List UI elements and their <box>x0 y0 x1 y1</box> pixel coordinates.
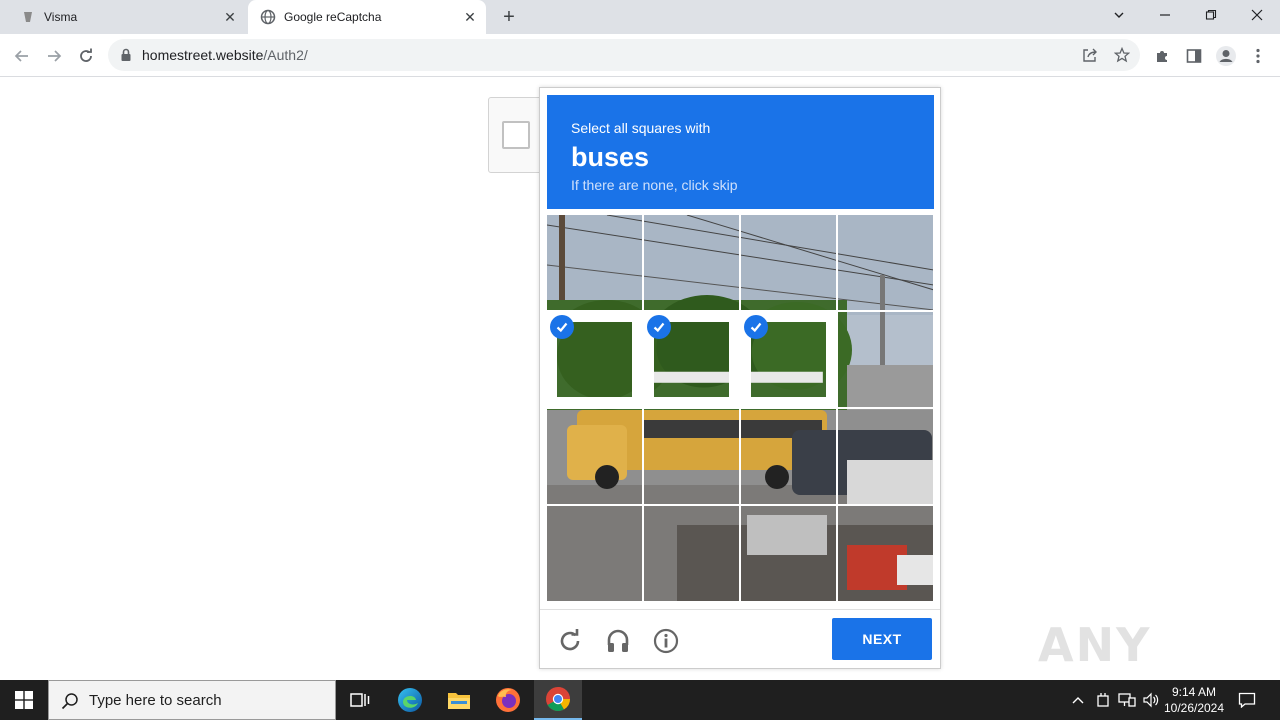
instruction-hint: If there are none, click skip <box>571 177 738 193</box>
checkmark-icon <box>744 315 768 339</box>
tab-visma[interactable]: Visma ✕ <box>8 0 246 34</box>
target-object: buses <box>571 142 650 172</box>
tile-image <box>644 409 739 504</box>
footer-divider <box>540 609 940 610</box>
kebab-menu-icon[interactable] <box>1246 44 1270 68</box>
search-icon <box>61 692 79 715</box>
tile-image <box>547 506 642 601</box>
firefox-icon[interactable] <box>484 680 532 720</box>
grid-tile[interactable] <box>838 506 933 601</box>
grid-tile[interactable] <box>547 312 642 407</box>
share-icon[interactable] <box>1080 45 1100 65</box>
tile-image <box>838 215 933 310</box>
recaptcha-checkbox[interactable] <box>502 121 530 149</box>
close-tab-icon[interactable]: ✕ <box>460 7 480 27</box>
close-window-icon[interactable] <box>1234 0 1280 30</box>
side-panel-icon[interactable] <box>1182 44 1206 68</box>
windows-start-icon[interactable] <box>0 680 48 720</box>
grid-tile[interactable] <box>838 312 933 407</box>
lock-icon <box>120 48 132 67</box>
close-tab-icon[interactable]: ✕ <box>220 7 240 27</box>
tab-title: Google reCaptcha <box>284 10 382 24</box>
grid-tile[interactable] <box>644 506 739 601</box>
reload-icon[interactable] <box>72 42 100 70</box>
grid-tile[interactable] <box>741 506 836 601</box>
star-icon[interactable] <box>1112 45 1132 65</box>
url-text: homestreet.website/Auth2/ <box>142 47 308 63</box>
grid-tile[interactable] <box>838 215 933 310</box>
grid-tile[interactable] <box>547 506 642 601</box>
grid-tile[interactable] <box>838 409 933 504</box>
tile-image <box>644 506 739 601</box>
windows-taskbar: Type here to search 9:14 AM 10/26/2024 <box>0 680 1280 720</box>
tab-title: Visma <box>44 10 78 24</box>
url-host: homestreet.website <box>142 47 264 63</box>
tile-image <box>838 409 933 504</box>
globe-icon <box>260 9 276 25</box>
clock-time: 9:14 AM <box>1171 685 1217 699</box>
tile-image <box>741 409 836 504</box>
captcha-challenge: Select all squares with buses If there a… <box>539 87 941 669</box>
tile-image <box>838 506 933 601</box>
back-arrow-icon[interactable] <box>8 42 36 70</box>
tab-recaptcha[interactable]: Google reCaptcha ✕ <box>248 0 486 34</box>
tray-chevron-up-icon[interactable] <box>1068 690 1088 710</box>
system-clock[interactable]: 9:14 AM 10/26/2024 <box>1160 684 1228 716</box>
minimize-icon[interactable] <box>1142 0 1188 30</box>
tab-strip: Visma ✕ Google reCaptcha ✕ + <box>0 0 1280 34</box>
edge-browser-icon[interactable] <box>386 680 434 720</box>
task-view-icon[interactable] <box>336 680 384 720</box>
tile-image <box>547 409 642 504</box>
grid-tile[interactable] <box>644 312 739 407</box>
forward-arrow-icon[interactable] <box>40 42 68 70</box>
url-path: /Auth2/ <box>263 47 308 63</box>
tile-image <box>547 215 642 310</box>
tile-image <box>741 215 836 310</box>
next-button[interactable]: NEXT <box>832 618 932 660</box>
battery-plug-icon[interactable] <box>1093 690 1113 710</box>
instruction-text: Select all squares with <box>571 120 711 136</box>
tile-image <box>838 312 933 407</box>
chrome-icon[interactable] <box>534 680 582 720</box>
clock-date: 10/26/2024 <box>1163 701 1225 715</box>
challenge-header: Select all squares with buses If there a… <box>547 95 934 209</box>
grid-tile[interactable] <box>741 409 836 504</box>
address-bar[interactable]: homestreet.website/Auth2/ <box>108 39 1140 71</box>
search-placeholder: Type here to search <box>89 692 222 709</box>
tile-image <box>741 506 836 601</box>
restore-icon[interactable] <box>1188 0 1234 30</box>
recaptcha-checkbox-widget <box>488 97 544 173</box>
browser-toolbar: homestreet.website/Auth2/ <box>0 34 1280 77</box>
visma-favicon-icon <box>20 9 36 25</box>
grid-tile[interactable] <box>547 215 642 310</box>
taskbar-search-box[interactable]: Type here to search <box>48 680 336 720</box>
checkmark-icon <box>550 315 574 339</box>
grid-tile[interactable] <box>547 409 642 504</box>
grid-tile[interactable] <box>644 215 739 310</box>
network-icon[interactable] <box>1117 690 1137 710</box>
grid-tile[interactable] <box>644 409 739 504</box>
grid-tile[interactable] <box>741 312 836 407</box>
checkmark-icon <box>647 315 671 339</box>
extensions-puzzle-icon[interactable] <box>1150 44 1174 68</box>
tab-search-chevron-icon[interactable] <box>1096 0 1142 30</box>
notifications-icon[interactable] <box>1237 690 1257 710</box>
volume-icon[interactable] <box>1141 690 1161 710</box>
reload-challenge-icon[interactable] <box>555 626 585 656</box>
tile-image <box>644 215 739 310</box>
image-grid <box>547 215 934 602</box>
audio-challenge-headphones-icon[interactable] <box>603 626 633 656</box>
new-tab-plus-icon[interactable]: + <box>498 6 520 28</box>
file-explorer-icon[interactable] <box>435 680 483 720</box>
profile-avatar-icon[interactable] <box>1214 44 1238 68</box>
grid-tile[interactable] <box>741 215 836 310</box>
info-icon[interactable] <box>651 626 681 656</box>
